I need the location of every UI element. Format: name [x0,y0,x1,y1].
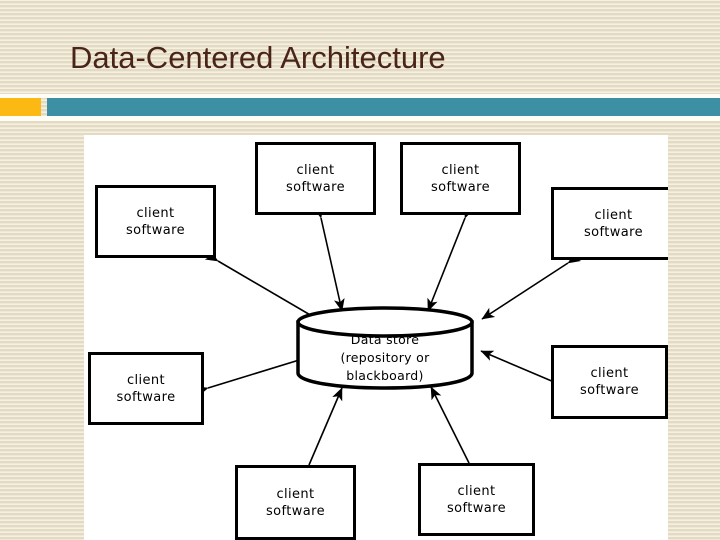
client-label-line2: software [446,500,507,516]
slide: Data-Centered Architecture client softwa… [0,0,720,540]
client-label-line2: software [583,224,644,240]
client-top-center-left[interactable]: client software [255,142,376,215]
client-label-line1: client [296,162,335,178]
client-label-line1: client [594,207,633,223]
client-top-center-right[interactable]: client software [400,142,521,215]
client-bottom-right[interactable]: client software [418,463,535,536]
client-label-line1: client [276,486,315,502]
client-top-left-outer[interactable]: client software [95,185,216,258]
header-divider-bottom [0,116,720,121]
client-label-line1: client [126,372,166,388]
edge-bottom-right [430,386,480,477]
client-mid-right[interactable]: client software [551,345,668,419]
edge-top-right [481,251,582,320]
client-label-line1: client [590,366,629,381]
client-label-line1: client [457,483,496,499]
client-label-line1: client [441,162,480,178]
client-mid-left[interactable]: client software [88,352,204,425]
cylinder-shape [296,306,474,390]
header-bar [47,98,720,116]
edge-top-center-left [313,204,345,312]
accent-block [0,98,41,116]
edge-bottom-left [299,387,343,479]
client-label-line2: software [265,503,326,519]
edge-mid-right [480,350,568,392]
client-bottom-left[interactable]: client software [235,465,356,540]
client-top-right[interactable]: client software [551,187,668,260]
client-label-line2: software [285,179,346,195]
client-label-line2: software [125,222,186,238]
edge-top-center-right [427,204,475,312]
diagram-canvas: client software client software client s… [84,135,668,540]
client-label-line2: software [579,383,640,398]
page-title: Data-Centered Architecture [70,40,446,75]
client-label-line2: software [116,389,176,405]
client-label-line1: client [136,205,175,221]
client-label-line2: software [430,179,491,195]
data-store-cylinder[interactable]: Data store (repository or blackboard) [295,305,475,390]
